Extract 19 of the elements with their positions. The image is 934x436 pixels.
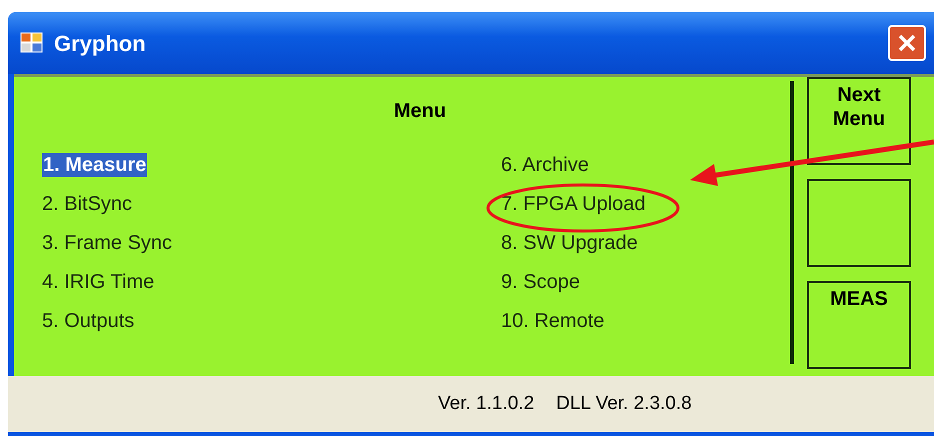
version-text: Ver. 1.1.0.2 [438, 392, 534, 416]
soft-key[interactable]: MEAS [807, 281, 911, 369]
menu-item[interactable]: 8. SW Upgrade [501, 230, 638, 254]
soft-key[interactable]: Next Menu [807, 77, 911, 165]
menu-item[interactable]: 3. Frame Sync [42, 230, 172, 254]
close-icon [897, 33, 917, 53]
dll-version-text: DLL Ver. 2.3.0.8 [556, 392, 692, 416]
menu-item[interactable]: 1. Measure [42, 152, 148, 176]
menu-item[interactable]: 6. Archive [501, 152, 589, 176]
close-button[interactable] [888, 25, 926, 61]
menu-item[interactable]: 4. IRIG Time [42, 270, 154, 294]
app-icon [20, 32, 44, 54]
soft-key[interactable] [807, 179, 911, 267]
menu-title: Menu [394, 99, 446, 124]
window-title: Gryphon [54, 30, 146, 58]
menu-item[interactable]: 10. Remote [501, 308, 604, 332]
menu-item[interactable]: 5. Outputs [42, 308, 134, 332]
menu-item[interactable]: 2. BitSync [42, 192, 132, 216]
menu-item[interactable]: 9. Scope [501, 270, 580, 294]
